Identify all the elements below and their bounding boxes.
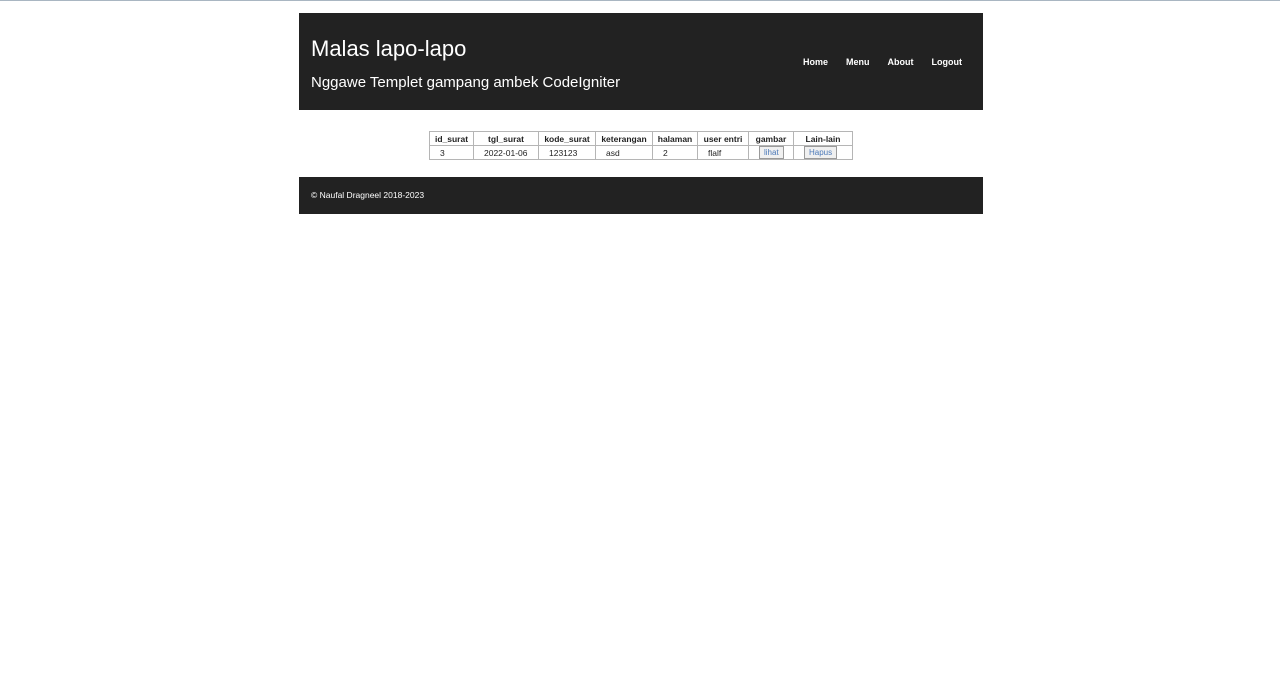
top-border (0, 0, 1280, 1)
cell-user-entri: flalf (697, 145, 749, 160)
site-title: Malas lapo-lapo (311, 36, 467, 61)
cell-gambar: lihat (748, 145, 794, 160)
page-wrapper: Malas lapo-lapo Nggawe Templet gampang a… (299, 13, 983, 214)
column-header-id-surat: id_surat (429, 131, 474, 146)
column-header-kode-surat: kode_surat (538, 131, 596, 146)
table-row: 3 2022-01-06 123123 asd 2 flalf lihat Ha… (429, 145, 853, 160)
nav-menu-link[interactable]: Menu (828, 55, 870, 69)
column-header-keterangan: keterangan (595, 131, 653, 146)
cell-kode-surat: 123123 (538, 145, 596, 160)
nav-logout-link[interactable]: Logout (914, 55, 963, 69)
column-header-user-entri: user entri (697, 131, 749, 146)
column-header-lain-lain: Lain-lain (793, 131, 853, 146)
cell-lain-lain: Hapus (793, 145, 853, 160)
surat-table: id_surat tgl_surat kode_surat keterangan… (429, 131, 853, 160)
cell-halaman: 2 (652, 145, 698, 160)
cell-keterangan: asd (595, 145, 653, 160)
site-footer: © Naufal Dragneel 2018-2023 (299, 177, 983, 214)
cell-id-surat: 3 (429, 145, 474, 160)
main-nav: Home Menu About Logout (785, 55, 962, 69)
nav-about-link[interactable]: About (870, 55, 914, 69)
site-header: Malas lapo-lapo Nggawe Templet gampang a… (299, 13, 983, 110)
footer-copyright: © Naufal Dragneel 2018-2023 (311, 190, 425, 200)
column-header-tgl-surat: tgl_surat (473, 131, 539, 146)
column-header-gambar: gambar (748, 131, 794, 146)
table-header-row: id_surat tgl_surat kode_surat keterangan… (429, 131, 853, 146)
hapus-button[interactable]: Hapus (804, 146, 838, 159)
column-header-halaman: halaman (652, 131, 698, 146)
nav-home-link[interactable]: Home (785, 55, 828, 69)
site-subtitle: Nggawe Templet gampang ambek CodeIgniter (311, 74, 621, 91)
cell-tgl-surat: 2022-01-06 (473, 145, 539, 160)
lihat-button[interactable]: lihat (759, 146, 784, 159)
main-content: id_surat tgl_surat kode_surat keterangan… (299, 110, 983, 177)
